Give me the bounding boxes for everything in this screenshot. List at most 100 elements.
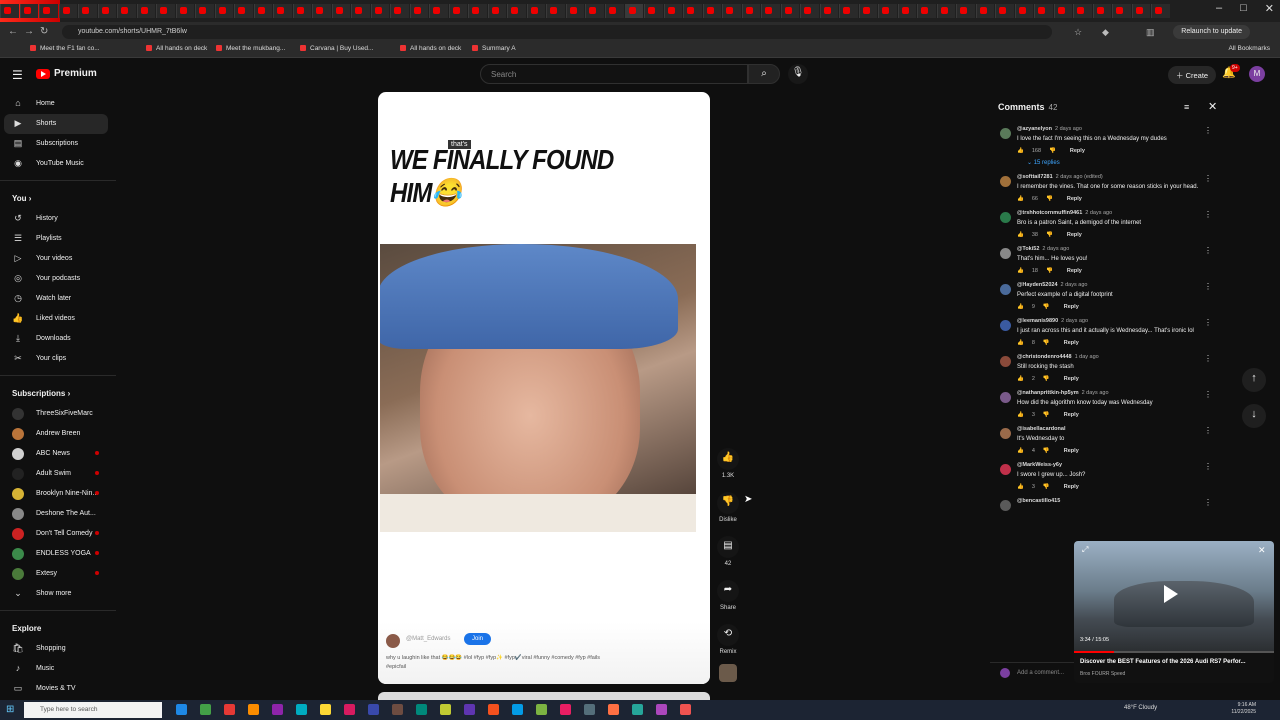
sidebar-subscription-item[interactable]: ThreeSixFiveMarc bbox=[0, 404, 116, 424]
sidebar-item-shorts[interactable]: ▶ Shorts bbox=[4, 114, 108, 134]
comment-timestamp[interactable]: 1 day ago bbox=[1075, 354, 1099, 360]
taskbar-app-icon[interactable] bbox=[344, 704, 355, 715]
comment-menu-icon[interactable]: ⋮ bbox=[1204, 390, 1212, 399]
sidebar-item-your-podcasts[interactable]: ◎ Your podcasts bbox=[0, 269, 116, 289]
comment-like-icon[interactable]: 👍 bbox=[1017, 232, 1024, 238]
reply-button[interactable]: Reply bbox=[1067, 268, 1082, 274]
taskbar-app-icon[interactable] bbox=[296, 704, 307, 715]
taskbar-app-icon[interactable] bbox=[248, 704, 259, 715]
bookmark-item[interactable]: All hands on deck bbox=[146, 45, 207, 52]
comment-timestamp[interactable]: 2 days ago bbox=[1042, 246, 1069, 252]
reply-button[interactable]: Reply bbox=[1064, 340, 1079, 346]
sidebar-explore-header[interactable]: Explore bbox=[0, 617, 116, 639]
browser-tab[interactable] bbox=[1151, 4, 1170, 18]
browser-tab[interactable] bbox=[858, 4, 878, 18]
taskbar-app-icon[interactable] bbox=[656, 704, 667, 715]
show-more-button[interactable]: ⌄ Show more bbox=[0, 584, 116, 604]
browser-tab[interactable] bbox=[507, 4, 526, 18]
browser-tab[interactable] bbox=[546, 4, 565, 18]
comment-author[interactable]: @bencastillo415 bbox=[1017, 498, 1060, 504]
browser-tab[interactable] bbox=[0, 4, 19, 18]
browser-tab[interactable] bbox=[761, 4, 780, 18]
browser-tab[interactable] bbox=[409, 4, 429, 18]
comment-dislike-icon[interactable]: 👎 bbox=[1043, 340, 1050, 346]
sound-thumbnail[interactable] bbox=[719, 664, 737, 682]
sidebar-subscriptions-header[interactable]: Subscriptions › bbox=[0, 382, 116, 404]
sidebar-item-playlists[interactable]: ☰ Playlists bbox=[0, 229, 116, 249]
browser-tab[interactable] bbox=[19, 4, 39, 18]
comment-menu-icon[interactable]: ⋮ bbox=[1204, 426, 1212, 435]
browser-tab[interactable] bbox=[429, 4, 448, 18]
comment-dislike-icon[interactable]: 👎 bbox=[1043, 484, 1050, 490]
reply-button[interactable]: Reply bbox=[1064, 412, 1079, 418]
comment-menu-icon[interactable]: ⋮ bbox=[1204, 282, 1212, 291]
sidebar-item-downloads[interactable]: ⤓ Downloads bbox=[0, 329, 116, 349]
browser-tab[interactable] bbox=[722, 4, 741, 18]
taskbar-app-icon[interactable] bbox=[632, 704, 643, 715]
comment-like-icon[interactable]: 👍 bbox=[1017, 484, 1024, 490]
browser-tab[interactable] bbox=[331, 4, 351, 18]
comment-menu-icon[interactable]: ⋮ bbox=[1204, 462, 1212, 471]
taskbar-clock[interactable]: 9:16 AM 11/22/2025 bbox=[1224, 702, 1256, 716]
browser-tab[interactable] bbox=[78, 4, 97, 18]
sidebar-subscription-item[interactable]: Brooklyn Nine-Nin... bbox=[0, 484, 116, 504]
browser-tab[interactable] bbox=[1073, 4, 1092, 18]
browser-tab[interactable] bbox=[995, 4, 1014, 18]
browser-tab[interactable] bbox=[702, 4, 722, 18]
commenter-avatar[interactable] bbox=[1000, 128, 1011, 139]
taskbar-app-icon[interactable] bbox=[224, 704, 235, 715]
weather-readout[interactable]: 48°F Cloudy bbox=[1124, 705, 1157, 711]
create-button[interactable]: ＋ Create bbox=[1168, 66, 1217, 84]
comment-dislike-icon[interactable]: 👎 bbox=[1043, 376, 1050, 382]
comment-author[interactable]: @Toki52 bbox=[1017, 246, 1039, 252]
comment-author[interactable]: @azyanelyon bbox=[1017, 126, 1052, 132]
sidebar-item-your-videos[interactable]: ▷ Your videos bbox=[0, 249, 116, 269]
sidebar-item-watch-later[interactable]: ◷ Watch later bbox=[0, 289, 116, 309]
sidebar-you-header[interactable]: You › bbox=[0, 187, 116, 209]
comment-dislike-icon[interactable]: 👎 bbox=[1046, 232, 1053, 238]
comment-like-icon[interactable]: 👍 bbox=[1017, 448, 1024, 454]
account-avatar[interactable]: M bbox=[1249, 66, 1265, 82]
browser-tab[interactable] bbox=[195, 4, 214, 18]
add-comment-input[interactable]: Add a comment... bbox=[1017, 670, 1064, 676]
minimize-icon[interactable]: – bbox=[1216, 2, 1222, 15]
taskbar-app-icon[interactable] bbox=[320, 704, 331, 715]
join-button[interactable]: Join bbox=[464, 633, 492, 645]
taskbar-app-icon[interactable] bbox=[584, 704, 595, 715]
browser-tab[interactable] bbox=[800, 4, 819, 18]
bookmark-item[interactable]: All hands on deck bbox=[400, 45, 461, 52]
next-short-preview[interactable] bbox=[378, 692, 710, 700]
browser-tab[interactable] bbox=[1092, 4, 1112, 18]
remix-button[interactable]: ⟲ Remix bbox=[714, 624, 742, 655]
taskbar-app-icon[interactable] bbox=[416, 704, 427, 715]
channel-name[interactable]: @Matt_Edwards bbox=[406, 636, 450, 642]
browser-tab[interactable] bbox=[468, 4, 487, 18]
comment-author[interactable]: @Hayden52024 bbox=[1017, 282, 1058, 288]
sidebar-item-history[interactable]: ↺ History bbox=[0, 209, 116, 229]
taskbar-app-icon[interactable] bbox=[512, 704, 523, 715]
reply-button[interactable]: Reply bbox=[1064, 448, 1079, 454]
comment-menu-icon[interactable]: ⋮ bbox=[1204, 210, 1212, 219]
comment-dislike-icon[interactable]: 👎 bbox=[1046, 196, 1053, 202]
dislike-button[interactable]: 👎 Dislike bbox=[714, 492, 742, 523]
sidebar-item-liked-videos[interactable]: 👍 Liked videos bbox=[0, 309, 116, 329]
miniplayer-channel[interactable]: Bros FOURR Speed bbox=[1080, 671, 1125, 677]
comment-menu-icon[interactable]: ⋮ bbox=[1204, 354, 1212, 363]
comment-like-icon[interactable]: 👍 bbox=[1017, 196, 1024, 202]
comment-dislike-icon[interactable]: 👎 bbox=[1043, 412, 1050, 418]
sidebar-item-movies-tv[interactable]: ▭ Movies & TV bbox=[0, 679, 116, 699]
sidebar-subscription-item[interactable]: Don't Tell Comedy bbox=[0, 524, 116, 544]
comment-timestamp[interactable]: 2 days ago bbox=[1061, 318, 1088, 324]
browser-tab[interactable] bbox=[683, 4, 702, 18]
taskbar-search-input[interactable]: Type here to search bbox=[24, 702, 162, 718]
comment-dislike-icon[interactable]: 👎 bbox=[1046, 268, 1053, 274]
comment-menu-icon[interactable]: ⋮ bbox=[1204, 498, 1212, 507]
bookmark-item[interactable]: Meet the F1 fan co... bbox=[30, 45, 100, 52]
sidebar-item-subscriptions[interactable]: ▤ Subscriptions bbox=[0, 134, 116, 154]
browser-tab[interactable] bbox=[370, 4, 390, 18]
browser-tab[interactable] bbox=[956, 4, 975, 18]
browser-tab[interactable] bbox=[565, 4, 585, 18]
sidebar-subscription-item[interactable]: Andrew Breen bbox=[0, 424, 116, 444]
commenter-avatar[interactable] bbox=[1000, 320, 1011, 331]
reply-button[interactable]: Reply bbox=[1070, 148, 1085, 154]
